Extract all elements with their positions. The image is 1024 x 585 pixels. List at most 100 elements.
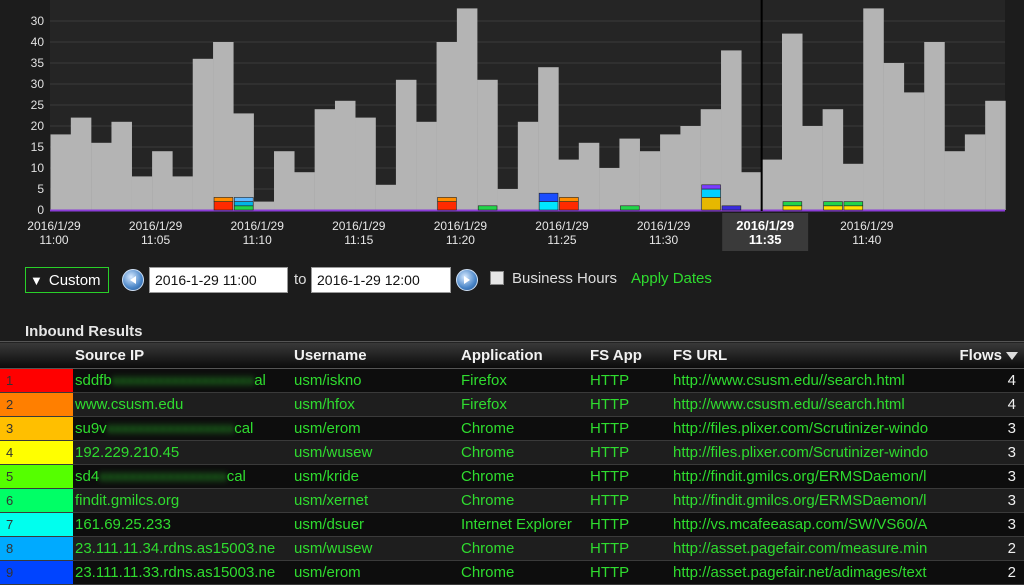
- table-row[interactable]: 3 su9vxxxxxxxxxxxxxxxxxcal usm/erom Chrome H…: [0, 416, 1024, 441]
- bar[interactable]: [619, 138, 640, 210]
- table-row[interactable]: 7 161.69.25.233 usm/dsuer Internet Explorer…: [0, 512, 1024, 537]
- fs-app-cell[interactable]: HTTP: [588, 512, 671, 537]
- bar[interactable]: [50, 134, 72, 210]
- source-ip-cell[interactable]: 192.229.210.45: [73, 440, 292, 465]
- application-cell[interactable]: Chrome: [459, 464, 588, 489]
- bar[interactable]: [436, 42, 458, 210]
- bar[interactable]: [233, 113, 254, 210]
- username-cell[interactable]: usm/wusew: [292, 536, 459, 561]
- application-cell[interactable]: Chrome: [459, 560, 588, 585]
- username-cell[interactable]: usm/dsuer: [292, 512, 459, 537]
- application-cell[interactable]: Chrome: [459, 536, 588, 561]
- source-ip-header[interactable]: Source IP: [73, 341, 292, 369]
- bar[interactable]: [599, 168, 620, 210]
- source-ip-cell[interactable]: su9vxxxxxxxxxxxxxxxxxcal: [73, 416, 292, 441]
- username-cell[interactable]: usm/wusew: [292, 440, 459, 465]
- sort-descending-icon[interactable]: [1006, 351, 1018, 360]
- fs-url-header[interactable]: FS URL: [671, 341, 939, 369]
- bar-segment[interactable]: [213, 197, 234, 202]
- bar-segment[interactable]: [234, 205, 254, 211]
- fs-app-cell[interactable]: HTTP: [588, 440, 671, 465]
- username-cell[interactable]: usm/erom: [292, 560, 459, 585]
- application-cell[interactable]: Chrome: [459, 416, 588, 441]
- bar-segment[interactable]: [843, 201, 864, 207]
- source-ip-cell[interactable]: findit.gmilcs.org: [73, 488, 292, 513]
- bar-segment[interactable]: [477, 205, 498, 211]
- bar[interactable]: [903, 92, 925, 210]
- bar[interactable]: [172, 176, 193, 210]
- username-header[interactable]: Username: [292, 341, 459, 369]
- business-hours-checkbox[interactable]: [490, 271, 504, 285]
- end-date-input[interactable]: [311, 267, 451, 293]
- source-ip-cell[interactable]: www.csusm.edu: [73, 392, 292, 417]
- fs-url-cell[interactable]: http://files.plixer.com/Scrutinizer-wind…: [671, 440, 939, 465]
- application-cell[interactable]: Chrome: [459, 440, 588, 465]
- bar[interactable]: [111, 121, 132, 210]
- bar[interactable]: [802, 126, 823, 210]
- application-cell[interactable]: Chrome: [459, 488, 588, 513]
- bar-segment[interactable]: [559, 197, 579, 202]
- bar[interactable]: [497, 189, 519, 210]
- bar[interactable]: [822, 109, 844, 210]
- bar[interactable]: [964, 134, 986, 210]
- bar[interactable]: [213, 42, 234, 210]
- source-ip-cell[interactable]: 161.69.25.233: [73, 512, 292, 537]
- application-header[interactable]: Application: [459, 341, 588, 369]
- custom-range-dropdown[interactable]: ▼ Custom: [25, 267, 109, 293]
- fs-url-cell[interactable]: http://vs.mcafeeasap.com/SW/VS60/A: [671, 512, 939, 537]
- fs-app-cell[interactable]: HTTP: [588, 368, 671, 393]
- table-row[interactable]: 2 www.csusm.edu usm/hfox Firefox HTTP http://…: [0, 392, 1024, 417]
- fs-url-cell[interactable]: http://files.plixer.com/Scrutinizer-wind…: [671, 416, 939, 441]
- bar-segment[interactable]: [538, 192, 559, 202]
- bar-segment[interactable]: [843, 205, 864, 211]
- start-date-input[interactable]: [149, 267, 288, 293]
- fs-url-cell[interactable]: http://www.csusm.edu//search.html: [671, 368, 939, 393]
- bar[interactable]: [355, 117, 376, 210]
- bar[interactable]: [131, 176, 153, 210]
- bar[interactable]: [477, 79, 498, 210]
- table-row[interactable]: 5 sd4xxxxxxxxxxxxxxxxxcal usm/kride Chrome H…: [0, 464, 1024, 489]
- table-row[interactable]: 9 23.111.11.33.rdns.as15003.ne usm/erom Chr…: [0, 560, 1024, 585]
- fs-app-cell[interactable]: HTTP: [588, 464, 671, 489]
- bar[interactable]: [883, 63, 905, 210]
- bar[interactable]: [761, 159, 783, 210]
- table-row[interactable]: 4 192.229.210.45 usm/wusew Chrome HTTP http:/…: [0, 440, 1024, 465]
- bar[interactable]: [639, 151, 661, 210]
- bar[interactable]: [721, 50, 742, 211]
- username-cell[interactable]: usm/erom: [292, 416, 459, 441]
- source-ip-cell[interactable]: 23.111.11.34.rdns.as15003.ne: [73, 536, 292, 561]
- bar-segment[interactable]: [437, 197, 457, 202]
- bar[interactable]: [152, 151, 173, 210]
- bar[interactable]: [538, 67, 559, 210]
- fs-url-cell[interactable]: http://asset.pagefair.com/measure.min: [671, 536, 939, 561]
- bar-segment[interactable]: [721, 205, 742, 211]
- fs-app-header[interactable]: FS App: [588, 341, 671, 369]
- table-row[interactable]: 6 findit.gmilcs.org usm/xernet Chrome HTTP ht…: [0, 488, 1024, 513]
- bar[interactable]: [741, 172, 762, 210]
- bar-segment[interactable]: [701, 197, 721, 211]
- bar-segment[interactable]: [782, 205, 803, 211]
- fs-app-cell[interactable]: HTTP: [588, 488, 671, 513]
- bar[interactable]: [924, 42, 945, 210]
- table-row[interactable]: 1 sddfbxxxxxxxxxxxxxxxxxxxal usm/iskno Fire…: [0, 368, 1024, 393]
- bar-segment[interactable]: [538, 201, 559, 211]
- bar[interactable]: [517, 121, 539, 210]
- fs-url-cell[interactable]: http://www.csusm.edu//search.html: [671, 392, 939, 417]
- flows-header[interactable]: Flows: [939, 341, 1024, 369]
- username-cell[interactable]: usm/xernet: [292, 488, 459, 513]
- bar[interactable]: [91, 142, 112, 210]
- bar[interactable]: [578, 142, 600, 210]
- bar-segment[interactable]: [620, 205, 640, 211]
- bar[interactable]: [294, 172, 315, 210]
- fs-url-cell[interactable]: http://findit.gmilcs.org/ERMSDaemon/l: [671, 488, 939, 513]
- bar-segment[interactable]: [213, 201, 234, 211]
- fs-app-cell[interactable]: HTTP: [588, 392, 671, 417]
- bar[interactable]: [70, 117, 92, 210]
- username-cell[interactable]: usm/kride: [292, 464, 459, 489]
- bar[interactable]: [253, 201, 275, 210]
- bar[interactable]: [192, 58, 214, 210]
- apply-dates-link[interactable]: Apply Dates: [631, 270, 712, 287]
- bar-segment[interactable]: [234, 197, 254, 202]
- bar[interactable]: [314, 109, 336, 210]
- source-ip-cell[interactable]: 23.111.11.33.rdns.as15003.ne: [73, 560, 292, 585]
